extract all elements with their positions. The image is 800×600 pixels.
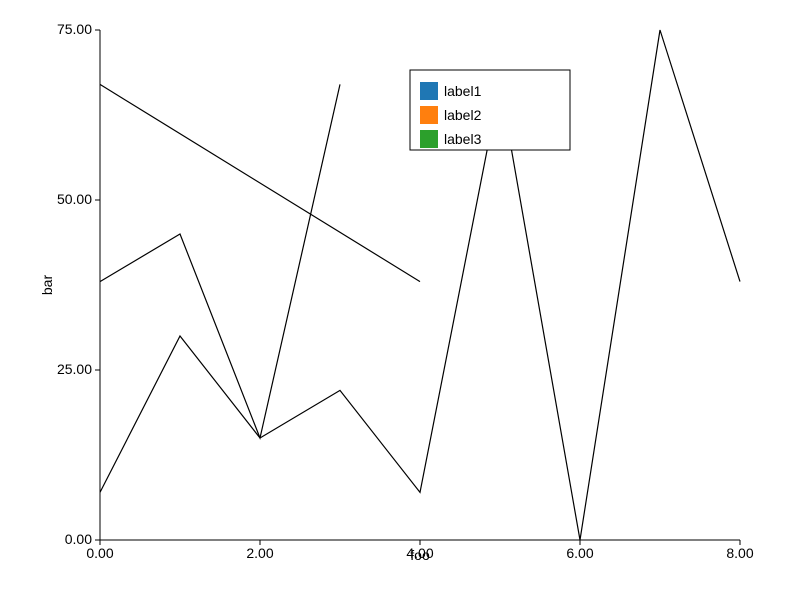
y-axis-label: bar bbox=[39, 275, 55, 296]
x-tick-label: 0.00 bbox=[86, 545, 113, 561]
y-tick-label: 25.00 bbox=[57, 361, 92, 377]
legend-swatch-0 bbox=[420, 82, 438, 100]
y-tick-label: 0.00 bbox=[65, 531, 92, 547]
legend-swatch-2 bbox=[420, 130, 438, 148]
legend-label-2: label3 bbox=[444, 131, 482, 147]
y-tick-label: 75.00 bbox=[57, 21, 92, 37]
legend-label-0: label1 bbox=[444, 83, 482, 99]
series-line-1 bbox=[100, 84, 340, 438]
chart-container: 0.002.004.006.008.000.0025.0050.0075.00f… bbox=[0, 0, 800, 600]
x-tick-label: 2.00 bbox=[246, 545, 273, 561]
y-tick-label: 50.00 bbox=[57, 191, 92, 207]
chart-svg: 0.002.004.006.008.000.0025.0050.0075.00f… bbox=[0, 0, 800, 600]
x-tick-label: 8.00 bbox=[726, 545, 753, 561]
series-line-2 bbox=[100, 84, 420, 281]
legend: label1 label2 label3 bbox=[410, 70, 570, 150]
x-axis-label: foo bbox=[410, 547, 430, 563]
legend-label-1: label2 bbox=[444, 107, 482, 123]
legend-swatch-1 bbox=[420, 106, 438, 124]
x-tick-label: 6.00 bbox=[566, 545, 593, 561]
